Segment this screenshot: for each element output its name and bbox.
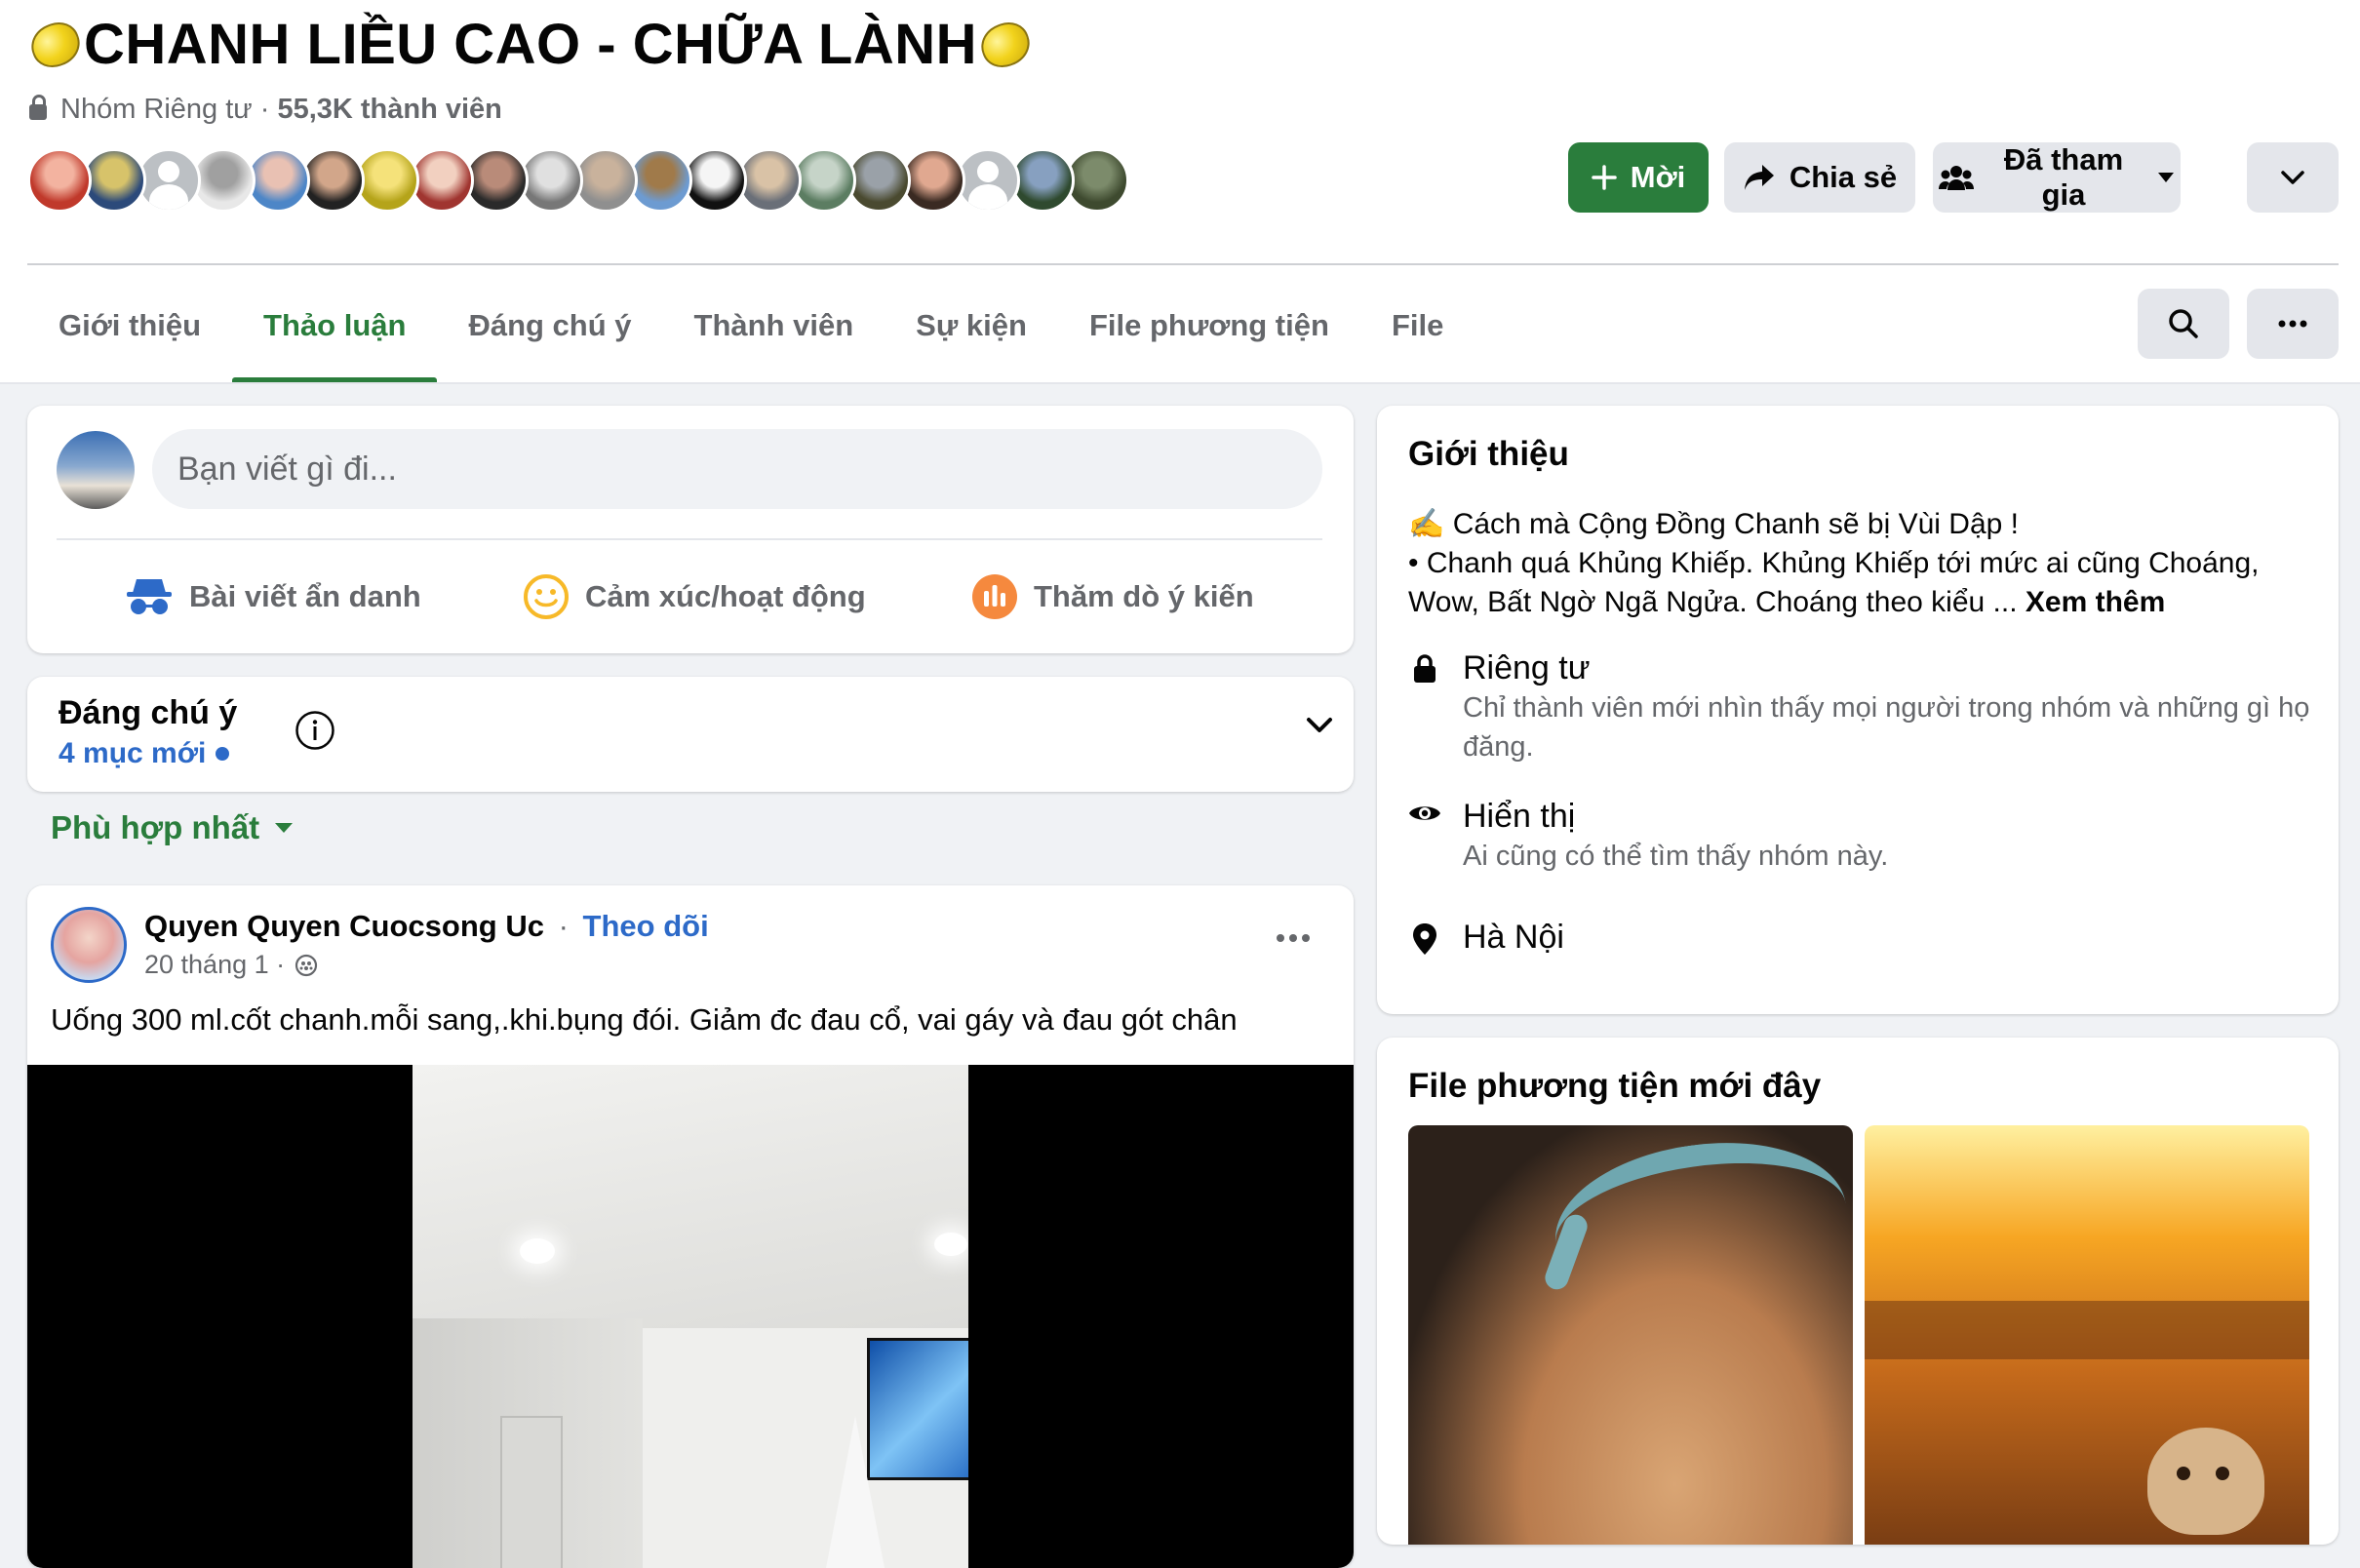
tab-discussion[interactable]: Thảo luận (232, 277, 438, 382)
about-title: Giới thiệu (1408, 435, 1569, 473)
group-title-text[interactable]: CHANH LIỀU CAO - CHỮA LÀNH (84, 12, 977, 77)
media-thumbnail[interactable] (1408, 1125, 1853, 1545)
feeling-activity-label: Cảm xúc/hoạt động (585, 579, 866, 613)
composer-divider (57, 538, 1322, 540)
private-desc: Chỉ thành viên mới nhìn thấy mọi người t… (1463, 692, 2310, 763)
lock-icon (1408, 647, 1441, 766)
post-date: 20 tháng 1 · (144, 950, 318, 980)
info-icon[interactable] (295, 710, 335, 756)
member-avatars (27, 148, 1129, 213)
poll-icon (971, 573, 1018, 620)
group-title[interactable]: CHANH LIỀU CAO - CHỮA LÀNH (24, 12, 1037, 77)
tab-about[interactable]: Giới thiệu (27, 277, 232, 382)
about-visible-row: Hiển thị Ai cũng có thể tìm thấy nhóm nà… (1408, 796, 2321, 876)
share-arrow-icon (1743, 163, 1776, 192)
smiley-icon (523, 573, 570, 620)
plus-icon (1592, 165, 1617, 190)
see-more-link[interactable]: Xem thêm (2026, 586, 2165, 618)
group-search-button[interactable] (2138, 289, 2229, 359)
chevron-down-icon (2280, 170, 2305, 185)
group-more-button[interactable] (2247, 289, 2339, 359)
sort-label: Phù hợp nhất (51, 809, 260, 845)
search-icon (2168, 308, 2199, 339)
group-header: CHANH LIỀU CAO - CHỮA LÀNH Nhóm Riêng tư… (0, 0, 2360, 384)
anonymous-post-button[interactable]: Bài viết ẩn danh (125, 558, 421, 636)
media-thumbnail[interactable] (1865, 1125, 2309, 1545)
featured-section[interactable]: Đáng chú ý 4 mục mới (27, 677, 1354, 792)
post-author-name[interactable]: Quyen Quyen Cuocsong Uc (144, 909, 544, 943)
unread-dot (216, 747, 230, 761)
featured-new-items-label: 4 mục mới (59, 737, 207, 769)
group-tabs: Giới thiệu Thảo luận Đáng chú ý Thành vi… (27, 277, 1475, 382)
privacy-label: Nhóm Riêng tư · (60, 94, 270, 125)
post-date-text[interactable]: 20 tháng 1 · (144, 950, 285, 980)
tab-events[interactable]: Sự kiện (885, 277, 1058, 382)
incognito-icon (125, 575, 174, 618)
eye-icon (1408, 796, 1441, 876)
post-header: Quyen Quyen Cuocsong Uc · Theo dõi (144, 909, 709, 944)
chevron-down-icon[interactable] (1305, 716, 1334, 740)
about-private-row: Riêng tư Chỉ thành viên mới nhìn thấy mọ… (1408, 647, 2321, 766)
current-user-avatar[interactable] (57, 431, 135, 509)
tab-members[interactable]: Thành viên (663, 277, 885, 382)
about-location-row: Hà Nội (1408, 917, 1564, 958)
joined-label: Đã tham gia (2003, 142, 2124, 212)
feed-post: Quyen Quyen Cuocsong Uc · Theo dõi 20 th… (27, 885, 1354, 1568)
about-card: Giới thiệu ✍️ Cách mà Cộng Đồng Chanh sẽ… (1377, 406, 2339, 1014)
featured-title: Đáng chú ý (59, 694, 238, 731)
post-video[interactable] (27, 1065, 1354, 1568)
follow-link[interactable]: Theo dõi (583, 909, 709, 943)
post-composer: Bài viết ẩn danh Cảm xúc/hoạt động Thăm … (27, 406, 1354, 653)
group-icon (1939, 163, 1974, 192)
sort-dropdown[interactable]: Phù hợp nhất (51, 809, 294, 846)
tab-media[interactable]: File phương tiện (1058, 277, 1360, 382)
lock-icon (29, 94, 47, 120)
group-meta: Nhóm Riêng tư · 55,3K thành viên (29, 94, 502, 126)
post-text: Uống 300 ml.cốt chanh.mỗi sang,.khi.bụng… (51, 1002, 1238, 1037)
member-count[interactable]: 55,3K thành viên (277, 94, 501, 126)
recent-media-title: File phương tiện mới đây (1408, 1067, 1822, 1105)
poll-label: Thăm dò ý kiến (1034, 579, 1254, 613)
feeling-activity-button[interactable]: Cảm xúc/hoạt động (523, 558, 866, 636)
featured-new-items: 4 mục mới (59, 737, 230, 770)
member-avatar[interactable] (27, 148, 92, 213)
caret-down-icon (2157, 172, 2175, 183)
visible-title: Hiển thị (1463, 798, 1576, 835)
about-line-1: ✍️ Cách mà Cộng Đồng Chanh sẽ bị Vùi Dập… (1408, 508, 2020, 540)
visible-desc: Ai cũng có thể tìm thấy nhóm này. (1463, 841, 1889, 872)
lemon-icon (24, 16, 87, 73)
poll-button[interactable]: Thăm dò ý kiến (971, 558, 1254, 636)
tab-featured[interactable]: Đáng chú ý (437, 277, 662, 382)
recent-media-card: File phương tiện mới đây (1377, 1038, 2339, 1545)
joined-button[interactable]: Đã tham gia (1933, 142, 2181, 213)
header-more-button[interactable] (2247, 142, 2339, 213)
location-text[interactable]: Hà Nội (1463, 917, 1564, 958)
anonymous-post-label: Bài viết ẩn danh (189, 579, 421, 613)
share-label: Chia sẻ (1789, 160, 1898, 194)
globe-icon (295, 954, 318, 977)
tab-files[interactable]: File (1360, 277, 1475, 382)
header-divider (27, 263, 2339, 265)
lemon-icon (975, 16, 1037, 73)
private-title: Riêng tư (1463, 649, 1591, 686)
post-author-avatar[interactable] (51, 907, 127, 983)
about-line-2-wrap: • Chanh quá Khủng Khiếp. Khủng Khiếp tới… (1408, 544, 2315, 622)
about-description: ✍️ Cách mà Cộng Đồng Chanh sẽ bị Vùi Dập… (1408, 505, 2315, 622)
separator: · (558, 909, 569, 943)
location-pin-icon (1408, 917, 1441, 958)
share-button[interactable]: Chia sẻ (1724, 142, 1915, 213)
post-more-dots-icon[interactable] (1276, 930, 1311, 948)
invite-label: Mời (1630, 160, 1686, 194)
video-frame (413, 1065, 968, 1568)
composer-input[interactable] (152, 429, 1322, 509)
invite-button[interactable]: Mời (1568, 142, 1709, 213)
caret-down-icon (275, 823, 294, 833)
more-dots-icon (2278, 320, 2307, 328)
